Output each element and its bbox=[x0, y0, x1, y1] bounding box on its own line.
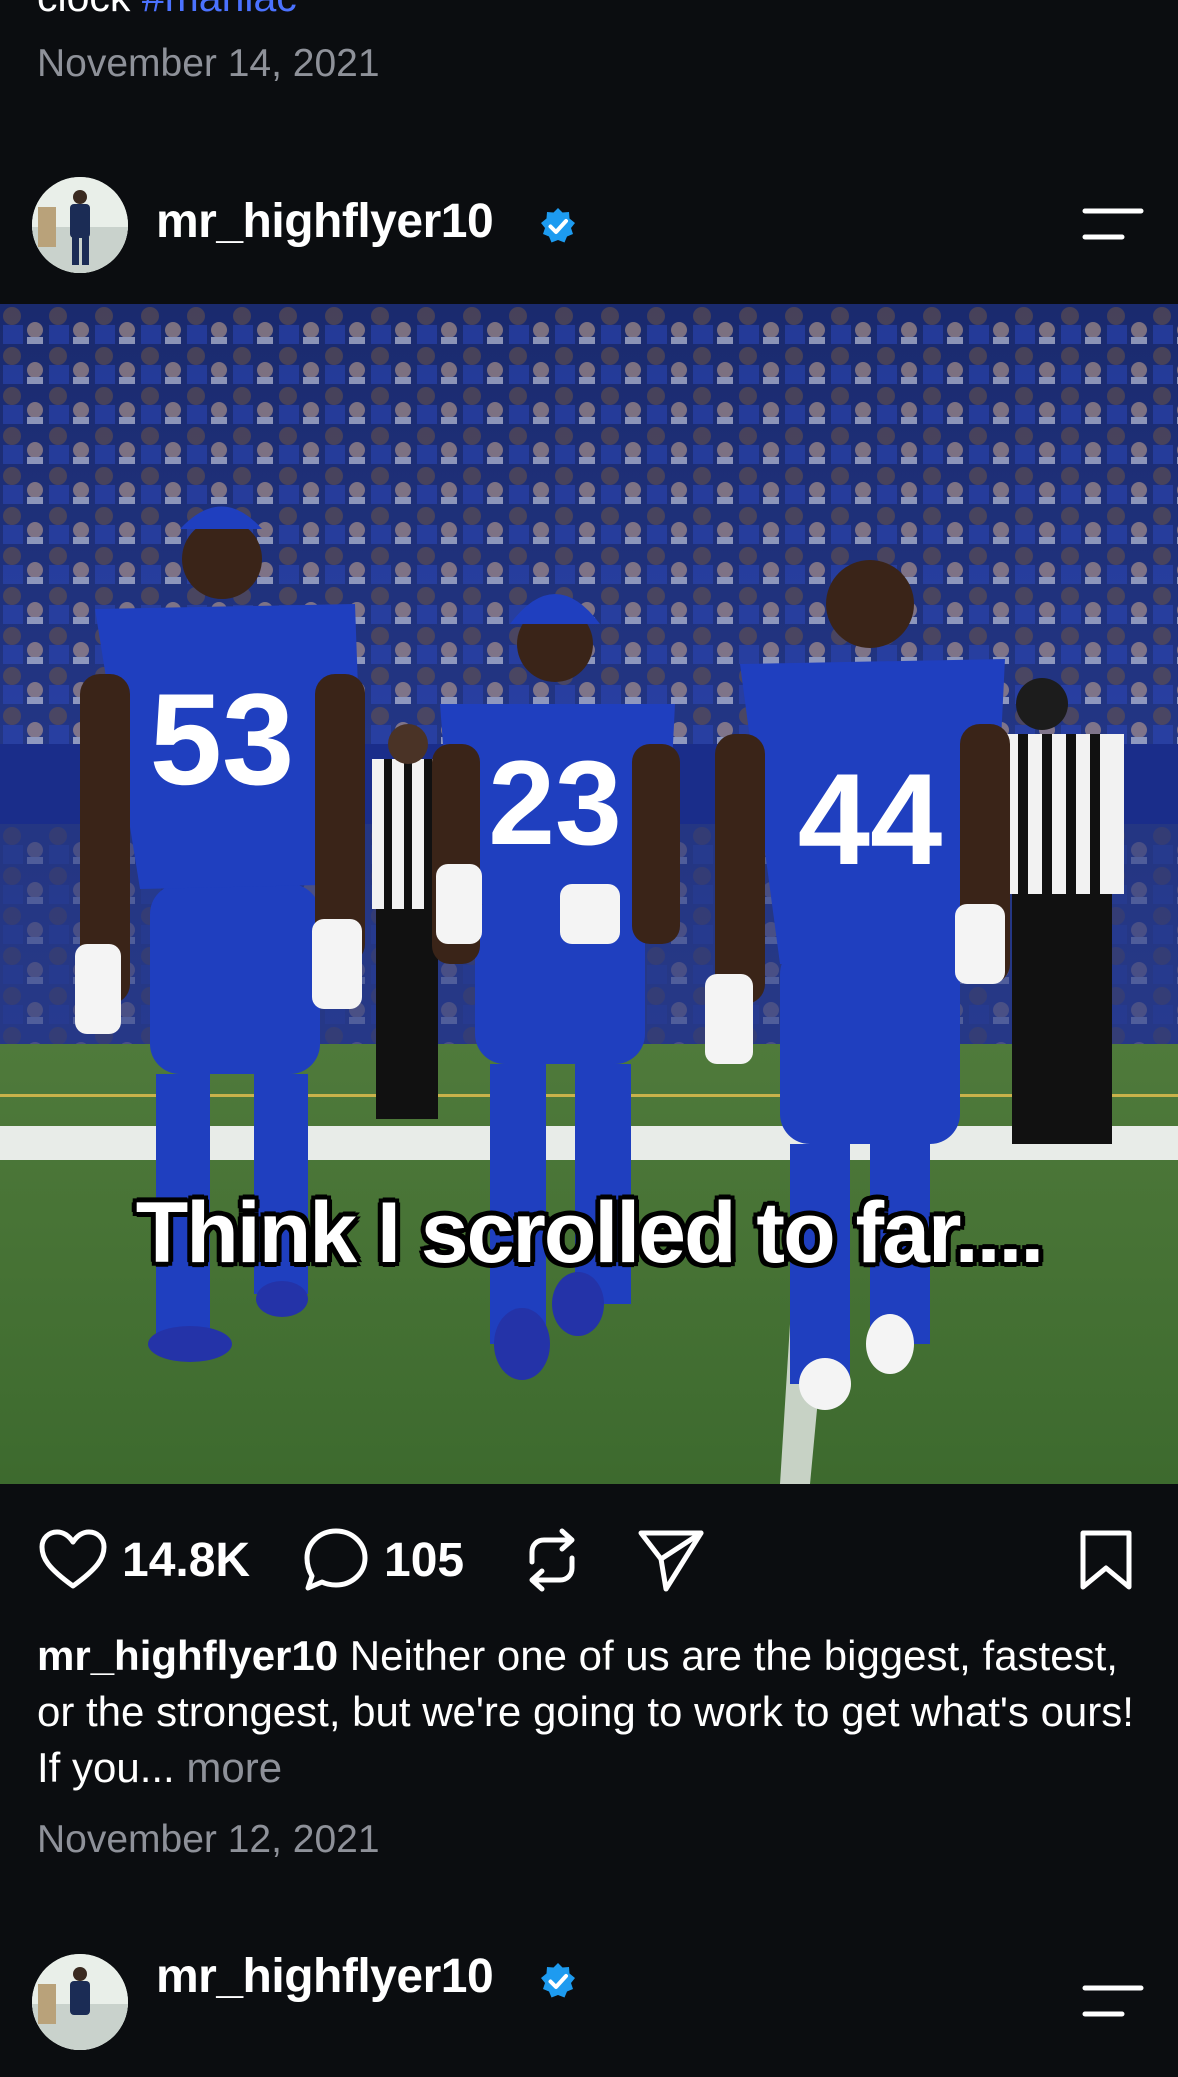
post-photo[interactable]: 53 23 44 Think I scrolled to far.... bbox=[0, 304, 1178, 1484]
hashtag-link[interactable]: #maniac bbox=[142, 0, 297, 20]
share-icon bbox=[638, 1530, 704, 1592]
previous-post-date: November 14, 2021 bbox=[37, 42, 380, 85]
like-count: 14.8K bbox=[122, 1533, 251, 1587]
bookmark-button[interactable] bbox=[1078, 1510, 1134, 1610]
more-link[interactable]: more bbox=[186, 1744, 282, 1791]
menu-icon[interactable] bbox=[1082, 206, 1144, 242]
svg-text:53: 53 bbox=[150, 666, 295, 812]
svg-text:23: 23 bbox=[488, 736, 621, 870]
football-players-image: 53 23 44 bbox=[0, 304, 1178, 1484]
previous-post-caption: clock #maniac bbox=[37, 0, 297, 21]
comment-icon bbox=[304, 1528, 368, 1591]
photo-overlay-text: Think I scrolled to far.... bbox=[135, 1185, 1045, 1281]
next-post-header: mr_highflyer10 bbox=[0, 1927, 1178, 2077]
post-username[interactable]: mr_highflyer10 bbox=[156, 194, 494, 249]
post-header: mr_highflyer10 bbox=[0, 150, 1178, 300]
verified-icon bbox=[541, 208, 575, 243]
verified-icon bbox=[541, 1963, 575, 1998]
repost-button[interactable] bbox=[522, 1510, 582, 1610]
next-avatar[interactable] bbox=[32, 1954, 128, 2050]
heart-icon bbox=[39, 1529, 107, 1589]
referee-right bbox=[1004, 678, 1124, 1144]
comment-button[interactable]: 105 bbox=[302, 1510, 464, 1610]
comment-count: 105 bbox=[384, 1533, 465, 1587]
avatar[interactable] bbox=[32, 177, 128, 273]
caption-username[interactable]: mr_highflyer10 bbox=[37, 1632, 338, 1679]
bookmark-icon bbox=[1080, 1530, 1132, 1590]
post-date: November 12, 2021 bbox=[37, 1818, 380, 1861]
menu-icon[interactable] bbox=[1082, 1983, 1144, 2019]
next-post-username[interactable]: mr_highflyer10 bbox=[156, 1949, 494, 2004]
referee-left bbox=[372, 724, 442, 1119]
previous-caption-text: clock bbox=[37, 0, 142, 20]
share-button[interactable] bbox=[636, 1510, 706, 1610]
repost-icon bbox=[529, 1528, 575, 1592]
like-button[interactable]: 14.8K bbox=[38, 1510, 250, 1610]
action-bar: 14.8K 105 bbox=[0, 1510, 1178, 1610]
svg-text:44: 44 bbox=[798, 746, 943, 892]
post-caption: mr_highflyer10 Neither one of us are the… bbox=[37, 1628, 1147, 1796]
